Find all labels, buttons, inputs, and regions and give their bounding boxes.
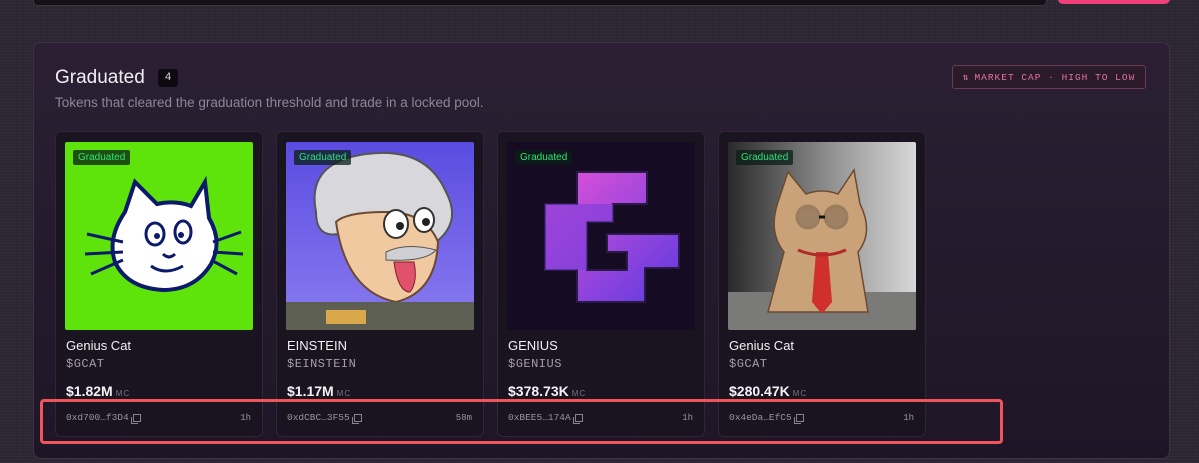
token-name: GENIUS [508, 338, 558, 353]
market-cap: $378.73K MC [508, 383, 586, 399]
market-cap-value: $1.82M [66, 383, 113, 399]
section-title: Graduated [55, 67, 145, 88]
market-cap-value: $280.47K [729, 383, 790, 399]
token-name: EINSTEIN [287, 338, 347, 353]
graduated-badge: Graduated [73, 150, 131, 165]
graduated-badge: Graduated [736, 150, 794, 165]
mc-label: MC [792, 389, 808, 398]
token-card[interactable]: Graduated Genius Cat $GCAT $280.47K MC 0x… [718, 131, 926, 437]
token-ticker: $GENIUS [508, 357, 562, 371]
token-card[interactable]: Graduated Genius Cat $GCAT $1.82M MC 0xd7… [55, 131, 263, 437]
market-cap-value: $1.17M [287, 383, 334, 399]
token-ticker: $GCAT [729, 357, 768, 371]
top-search-bar[interactable] [33, 0, 1047, 6]
token-card[interactable]: Graduated EINSTEIN $EINSTEIN $1.17M MC 0x… [276, 131, 484, 437]
token-name: Genius Cat [66, 338, 132, 353]
token-name: Genius Cat [729, 338, 795, 353]
token-ticker: $GCAT [66, 357, 105, 371]
token-image-genius-cat: Graduated [65, 142, 253, 330]
token-image-genius: Graduated [507, 142, 695, 330]
top-action-button[interactable] [1058, 0, 1170, 4]
token-image-einstein: Graduated [286, 142, 474, 330]
mc-label: MC [336, 389, 352, 398]
token-ticker: $EINSTEIN [287, 357, 357, 371]
sort-button[interactable]: ⇅ MARKET CAP · HIGH TO LOW [952, 65, 1146, 89]
mc-label: MC [115, 389, 131, 398]
sort-label: MARKET CAP · HIGH TO LOW [974, 71, 1136, 83]
market-cap: $280.47K MC [729, 383, 807, 399]
section-count-badge: 4 [158, 69, 178, 87]
token-image-genius-cat-photo: Graduated [728, 142, 916, 330]
market-cap-value: $378.73K [508, 383, 569, 399]
annotation-highlight-box [40, 399, 1003, 444]
mc-label: MC [571, 389, 587, 398]
graduated-badge: Graduated [294, 150, 352, 165]
sort-arrows-icon: ⇅ [962, 71, 970, 83]
token-card[interactable]: Graduated GENIUS $GENIUS $378.73K MC 0xBE… [497, 131, 705, 437]
market-cap: $1.17M MC [287, 383, 351, 399]
graduated-panel: Graduated 4 Tokens that cleared the grad… [33, 42, 1170, 459]
graduated-badge: Graduated [515, 150, 573, 165]
section-subtitle: Tokens that cleared the graduation thres… [55, 95, 484, 110]
market-cap: $1.82M MC [66, 383, 130, 399]
